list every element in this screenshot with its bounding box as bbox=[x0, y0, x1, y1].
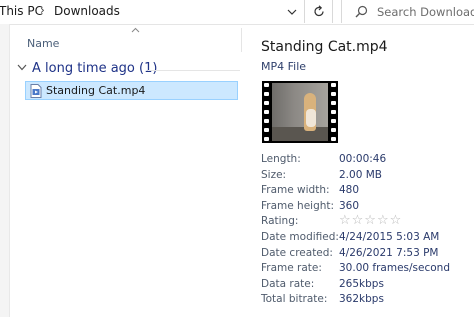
property-rating: Rating: ☆☆☆☆☆ bbox=[261, 213, 474, 231]
group-divider bbox=[148, 70, 240, 71]
details-pane: Standing Cat.mp4 MP4 File Length: 00:00:… bbox=[242, 25, 474, 317]
property-date-created: Date created: 4/26/2021 7:53 PM bbox=[261, 247, 474, 263]
breadcrumb-downloads[interactable]: Downloads bbox=[54, 4, 120, 18]
property-label: Frame rate: bbox=[261, 262, 322, 275]
film-strip-holes bbox=[263, 83, 270, 141]
film-strip-holes bbox=[330, 83, 337, 141]
property-value: 265kbps bbox=[339, 277, 384, 290]
property-date-modified: Date modified: 4/24/2015 5:03 AM bbox=[261, 231, 474, 247]
property-label: Total bitrate: bbox=[261, 293, 328, 306]
thumbnail-frame bbox=[272, 83, 328, 141]
property-label: Date created: bbox=[261, 246, 333, 259]
group-header[interactable]: A long time ago (1) bbox=[32, 61, 157, 76]
property-label: Frame width: bbox=[261, 184, 330, 197]
collapse-group-icon[interactable] bbox=[17, 64, 27, 71]
property-value: 00:00:46 bbox=[339, 153, 387, 165]
property-label: Rating: bbox=[261, 215, 299, 228]
toolbar: This PC › Downloads Search Downloads bbox=[0, 0, 474, 25]
details-file-type: MP4 File bbox=[261, 60, 307, 73]
search-icon bbox=[355, 5, 368, 18]
property-value: 360 bbox=[339, 199, 360, 212]
property-total-bitrate: Total bitrate: 362kbps bbox=[261, 293, 474, 309]
list-item[interactable]: Standing Cat.mp4 bbox=[25, 81, 238, 100]
property-label: Length: bbox=[261, 153, 301, 165]
property-frame-rate: Frame rate: 30.00 frames/second bbox=[261, 262, 474, 278]
refresh-icon bbox=[314, 5, 324, 17]
property-length: Length: 00:00:46 bbox=[261, 153, 474, 169]
video-thumbnail bbox=[262, 81, 338, 143]
property-value: 2.00 MB bbox=[339, 168, 382, 181]
property-data-rate: Data rate: 265kbps bbox=[261, 278, 474, 294]
details-title: Standing Cat.mp4 bbox=[261, 39, 388, 55]
property-label: Data rate: bbox=[261, 277, 315, 290]
property-label: Date modified: bbox=[261, 231, 339, 243]
search-box[interactable]: Search Downloads bbox=[341, 0, 474, 23]
property-value: 4/26/2021 7:53 PM bbox=[339, 246, 439, 259]
property-value: 30.00 frames/second bbox=[339, 262, 450, 275]
refresh-button[interactable] bbox=[306, 0, 333, 23]
mp4-file-icon bbox=[30, 84, 42, 98]
column-header-name[interactable]: Name bbox=[27, 37, 59, 50]
breadcrumb-separator[interactable]: › bbox=[40, 3, 45, 17]
property-label: Size: bbox=[261, 168, 287, 181]
breadcrumb-this-pc[interactable]: This PC bbox=[0, 4, 43, 18]
property-frame-width: Frame width: 480 bbox=[261, 184, 474, 200]
property-size: Size: 2.00 MB bbox=[261, 169, 474, 185]
file-name: Standing Cat.mp4 bbox=[46, 84, 146, 97]
property-label: Frame height: bbox=[261, 199, 335, 212]
chevron-down-icon[interactable] bbox=[285, 5, 299, 19]
address-bar[interactable]: This PC › Downloads bbox=[0, 0, 305, 23]
sort-ascending-icon bbox=[131, 27, 140, 33]
search-input[interactable]: Search Downloads bbox=[377, 5, 474, 19]
property-value: 480 bbox=[339, 184, 360, 197]
rating-stars[interactable]: ☆☆☆☆☆ bbox=[339, 213, 402, 228]
property-value: 362kbps bbox=[339, 293, 384, 306]
scrollbar[interactable] bbox=[0, 24, 10, 317]
property-value: 4/24/2015 5:03 AM bbox=[339, 231, 440, 243]
